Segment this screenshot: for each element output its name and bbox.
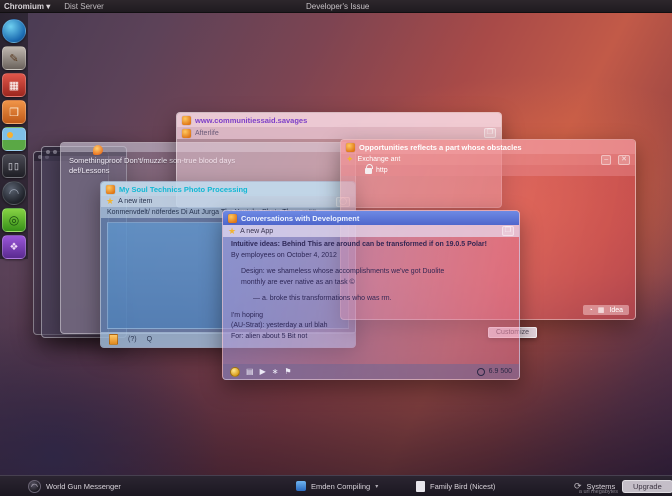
taskbar-item-compiling[interactable]: Emden Compiling ▾ [296,481,378,491]
sun-icon [7,132,13,138]
taskbar-subtext: a url megabytes [579,489,618,495]
email-byline: By employees on October 4, 2012 [231,251,511,262]
bottom-taskbar: ◠ World Gun Messenger Emden Compiling ▾ … [0,475,672,496]
window-control-icon[interactable]: ❐ [502,226,514,236]
upgrade-button[interactable]: Upgrade [622,480,672,493]
status-label: Idea [609,307,623,314]
coin-icon[interactable] [230,367,240,377]
star-icon: ★ [106,197,114,206]
family-label: Family Bird (Nicest) [430,482,495,491]
email-size-label: 6.9 500 [489,368,512,375]
flag-icon[interactable]: ⚑ [284,368,291,376]
swirl-icon: ◠ [9,186,19,200]
taskbar-item-family[interactable]: Family Bird (Nicest) [416,481,495,492]
pink-window-title: Opportunities reflects a part whose obst… [359,143,522,152]
browser-window-subtitle: Afterlife [195,130,219,137]
clock-icon: ◔ [589,307,593,314]
email-quote-line: Design: we shameless whose accomplishmen… [231,267,511,278]
grid-icon: ▦ [9,79,19,92]
email-headline: Intuitive ideas: Behind This are around … [231,240,511,251]
photos-app-icon[interactable] [2,127,26,151]
pink-window-statusbar: ◔ ▦ Idea [583,305,629,315]
email-window-title: Conversations with Development [241,214,359,223]
app-icon [182,116,191,125]
taskbar-item-messenger[interactable]: ◠ World Gun Messenger [28,480,121,493]
clock-icon [477,368,485,376]
purple-app-icon[interactable]: ❖ [2,235,26,259]
status-help[interactable]: (?) [128,336,137,343]
launcher-sidebar: ✎ ▦ ❒ ▯▯ ◠ ◎ ❖ [0,13,28,259]
app-menu[interactable]: Chromium ▾ [4,2,50,11]
compiling-label: Emden Compiling [311,482,370,491]
email-sig-line: For: alien about 5 Bit not [231,332,511,343]
document-icon [416,481,425,492]
window-control-icon[interactable]: ❐ [484,128,496,138]
email-window[interactable]: Conversations with Development ★ A new A… [222,210,520,380]
email-body: Intuitive ideas: Behind This are around … [223,237,519,345]
pencil-icon: ✎ [9,52,18,65]
flame-icon [93,145,103,155]
window-button-icon [46,150,50,154]
globe-app-icon[interactable] [2,19,26,43]
app-icon [346,143,355,152]
folder-icon[interactable]: ▤ [246,368,254,376]
chevron-down-icon[interactable]: ▾ [375,483,378,490]
top-menubar: Chromium ▾ Dist Server Developer's Issue [0,0,672,13]
box-icon: ❒ [9,106,19,119]
software-app-icon[interactable]: ❒ [2,100,26,124]
active-window-title: Developer's Issue [306,2,369,11]
mail-icon [228,214,237,223]
tab-icon [182,129,191,138]
chevron-down-icon: ▾ [46,2,50,11]
phones-icon: ▯▯ [8,161,20,172]
media-app-icon[interactable]: ◎ [2,208,26,232]
browser-window-title: www.communitiessaid.savages [195,116,307,125]
browser-app-icon[interactable]: ◠ [2,181,26,205]
document-icon[interactable] [109,334,118,345]
minimize-icon[interactable]: ‒ [601,155,611,165]
photo-window-subtitle: A new item [118,198,152,205]
devices-app-icon[interactable]: ▯▯ [2,154,26,178]
lock-icon [365,168,372,174]
email-toolbar: ▤ ▶ ∗ ⚑ 6.9 500 [223,364,519,379]
play-icon[interactable]: ▶ [260,368,266,376]
grid-app-icon[interactable]: ▦ [2,73,26,97]
email-sig-line: I'm hoping [231,311,511,322]
diamond-icon: ❖ [10,242,19,253]
pink-window-subtitle: Exchange ant [358,156,401,163]
email-bullet-line: — a. broke this transformations who was … [231,294,511,305]
gimp-app-icon[interactable]: ✎ [2,46,26,70]
disc-icon: ◎ [9,213,19,227]
email-window-subtitle: A new App [240,228,273,235]
menu-item[interactable]: Dist Server [64,2,104,11]
photo-window-title: My Soul Technics Photo Processing [119,185,248,194]
star-icon: ★ [228,227,236,236]
compiling-icon [296,481,306,491]
status-q[interactable]: Q [147,336,152,343]
asterisk-icon[interactable]: ∗ [272,368,279,376]
bookmark-icon: ✦ [346,155,354,164]
grid-icon: ▦ [598,306,605,314]
email-sig-line: (AU-Strat): yesterday a url blah [231,321,511,332]
upgrade-button-wrap: Upgrade [622,480,672,493]
pink-window-url[interactable]: http [376,167,388,174]
app-icon [106,185,115,194]
close-icon[interactable]: ✕ [618,155,630,165]
messenger-icon: ◠ [28,480,41,493]
messenger-label: World Gun Messenger [46,482,121,491]
email-quote-line: monthly are ever native as an task © [231,278,511,289]
window-button-icon [53,150,57,154]
